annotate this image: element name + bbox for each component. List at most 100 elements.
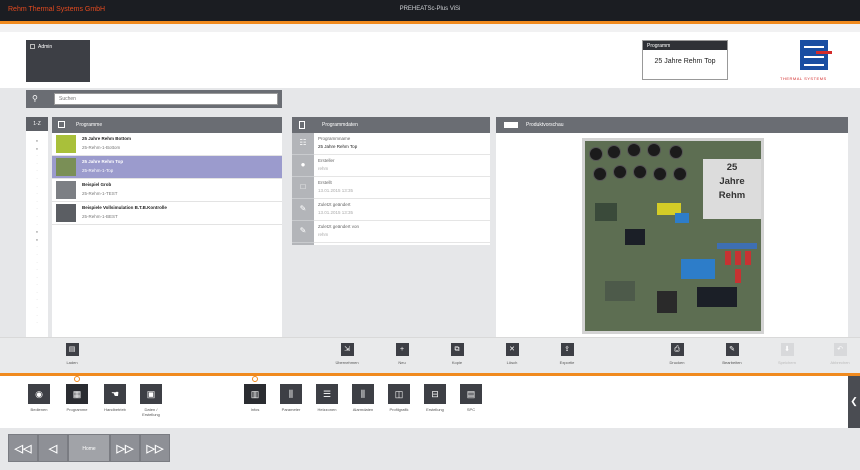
- edit-icon: ✎: [292, 199, 314, 221]
- export-icon: ⇪: [560, 343, 574, 356]
- alpha-index[interactable]: 1-Z ● ● · · · · · · · · · · ● ● · · · · · · · · · · ·: [26, 117, 48, 337]
- field-creator: Ersteller rehm: [314, 155, 490, 177]
- calendar-icon: □: [292, 177, 314, 199]
- edit-button[interactable]: ✎ Bearbeiten: [712, 343, 752, 365]
- program-details-header: Programmdaten: [292, 117, 490, 133]
- product-preview-header: Produktvorschau: [496, 117, 848, 133]
- logo-text: THERMAL SYSTEMS: [780, 76, 827, 81]
- drop-icon: ●: [292, 155, 314, 177]
- navigation-bar: ◁◁ ◁ Home ▷▷ ▷▷: [0, 428, 860, 470]
- detail-icon-column: ☷ ● □ ✎ ✎: [292, 133, 314, 245]
- hand-icon: ☚: [104, 384, 126, 404]
- header: Admin Programm 25 Jahre Rehm Top THERMAL…: [0, 32, 860, 88]
- login-label: Admin: [38, 44, 53, 50]
- launcher-profile-graph[interactable]: ◫ Profilgrafik: [384, 384, 414, 412]
- field-modified-by: Zuletzt geändert von rehm: [314, 221, 490, 243]
- plus-icon: +: [395, 343, 409, 356]
- load-button[interactable]: ▤ Laden: [52, 343, 92, 365]
- first-button[interactable]: ◁◁: [8, 434, 38, 462]
- search-input[interactable]: [54, 93, 278, 105]
- field-program-name: Programmname 25 Jahre Rehm Top: [314, 133, 490, 155]
- user-edit-icon: ✎: [292, 221, 314, 243]
- active-group-marker: [74, 376, 80, 382]
- side-expand-tab[interactable]: ❮: [848, 376, 860, 428]
- alarm-data-icon: ⫼: [352, 384, 374, 404]
- chevron-left-icon: ❮: [850, 396, 858, 406]
- field-modified: Zuletzt geändert 13.01.2015 13:35: [314, 199, 490, 221]
- title-bar: Rehm Thermal Systems GmbH PREHEATSc-Plus…: [0, 0, 860, 24]
- launcher-data[interactable]: ▣ Daten / Erstellung: [136, 384, 166, 417]
- search-icon: ⚲: [32, 94, 38, 103]
- apply-button[interactable]: ⇲ Übernehmen: [327, 343, 367, 365]
- print-button[interactable]: ⎙ Drucken: [657, 343, 697, 365]
- info-icon: ▥: [244, 384, 266, 404]
- export-button[interactable]: ⇪ Exportie: [547, 343, 587, 365]
- company-logo: THERMAL SYSTEMS: [772, 38, 842, 86]
- login-button[interactable]: Admin: [26, 40, 90, 82]
- launcher-info[interactable]: ▥ Infos: [240, 384, 270, 412]
- heating-zones-icon: ☰: [316, 384, 338, 404]
- print-icon: ⎙: [670, 343, 684, 356]
- launcher-programs[interactable]: ▦ Programme: [62, 384, 92, 412]
- active-group-marker: [252, 376, 258, 382]
- launcher-alarm-data[interactable]: ⫼ Alarmdaten: [348, 384, 378, 412]
- current-program-header: Programm: [643, 41, 727, 50]
- profile-graph-icon: ◫: [388, 384, 410, 404]
- program-list: 25 Jahre Rehm Bottom 25-Rehm-1-Bottom 25…: [52, 133, 282, 337]
- last-button[interactable]: ▷▷: [140, 434, 170, 462]
- program-list-item[interactable]: 25 Jahre Rehm Bottom 25-Rehm-1-Bottom: [52, 133, 282, 156]
- delete-button[interactable]: ✕ Lösch: [492, 343, 532, 365]
- sub-bar: [0, 24, 860, 32]
- current-program-box: Programm 25 Jahre Rehm Top: [642, 40, 728, 80]
- creation-icon: ⊟: [424, 384, 446, 404]
- apply-icon: ⇲: [340, 343, 354, 356]
- board-label: 25 Jahre Rehm: [703, 159, 761, 219]
- program-details: Programmname 25 Jahre Rehm Top Ersteller…: [314, 133, 490, 245]
- name-icon: ☷: [292, 133, 314, 155]
- launcher-spc[interactable]: ▤ SPC: [456, 384, 486, 412]
- details-empty-area: [292, 245, 490, 337]
- launcher-heating-zones[interactable]: ☰ Heizzonen: [312, 384, 342, 412]
- new-button[interactable]: + Neu: [382, 343, 422, 365]
- launcher-manual[interactable]: ☚ Handbetrieb: [100, 384, 130, 412]
- next-button[interactable]: ▷▷: [110, 434, 140, 462]
- parameter-icon: ⫼: [280, 384, 302, 404]
- launcher-operate[interactable]: ◉ Bedienen: [24, 384, 54, 412]
- program-thumbnail: [56, 135, 76, 153]
- alpha-index-header: 1-Z: [26, 117, 48, 131]
- cancel-button[interactable]: ↶ Abbrechen: [820, 343, 860, 365]
- alpha-index-letters[interactable]: ● ● · · · · · · · · · · ● ● · · · · · · · · · · ·: [26, 131, 48, 327]
- load-icon: ▤: [65, 343, 79, 356]
- user-icon: [30, 44, 35, 50]
- program-list-item[interactable]: Beispiele Vollsimulation B.T.B.Kontrolle…: [52, 202, 282, 225]
- copy-button[interactable]: ⧉ Kopie: [437, 343, 477, 365]
- prev-button[interactable]: ◁: [38, 434, 68, 462]
- data-icon: ▣: [140, 384, 162, 404]
- program-thumbnail: [56, 181, 76, 199]
- module-launcher: ◉ Bedienen ▦ Programme ☚ Handbetrieb ▣ Daten…: [0, 376, 860, 428]
- edit-icon: ✎: [725, 343, 739, 356]
- folder-icon: [58, 121, 65, 128]
- program-list-header: Programme: [52, 117, 282, 133]
- delete-icon: ✕: [505, 343, 519, 356]
- launcher-parameter[interactable]: ⫼ Parameter: [276, 384, 306, 412]
- window-title: PREHEATSc-Plus ViSi: [399, 6, 461, 12]
- program-list-item[interactable]: 25 Jahre Rehm Top 25-Rehm-1-Top: [52, 156, 282, 179]
- programs-icon: ▦: [66, 384, 88, 404]
- undo-icon: ↶: [833, 343, 847, 356]
- product-preview-image: 25 Jahre Rehm: [582, 138, 764, 334]
- copy-icon: ⧉: [450, 343, 464, 356]
- search-bar: ⚲: [26, 90, 282, 108]
- program-thumbnail: [56, 204, 76, 222]
- document-icon: [299, 121, 305, 129]
- spc-icon: ▤: [460, 384, 482, 404]
- save-button[interactable]: ⬇ Speichern: [767, 343, 807, 365]
- field-created: Erstellt 13.01.2015 13:35: [314, 177, 490, 199]
- current-program-value: 25 Jahre Rehm Top: [654, 58, 716, 65]
- action-toolbar: ▤ Laden ⇲ Übernehmen + Neu ⧉ Kopie ✕ Lösch ⇪ E…: [0, 337, 860, 373]
- program-list-item[interactable]: Beispiel Grob 25-Rehm-1-TEST: [52, 179, 282, 202]
- launcher-creation[interactable]: ⊟ Erstellung: [420, 384, 450, 412]
- operate-icon: ◉: [28, 384, 50, 404]
- preview-icon: [504, 122, 518, 128]
- home-button[interactable]: Home: [68, 434, 110, 462]
